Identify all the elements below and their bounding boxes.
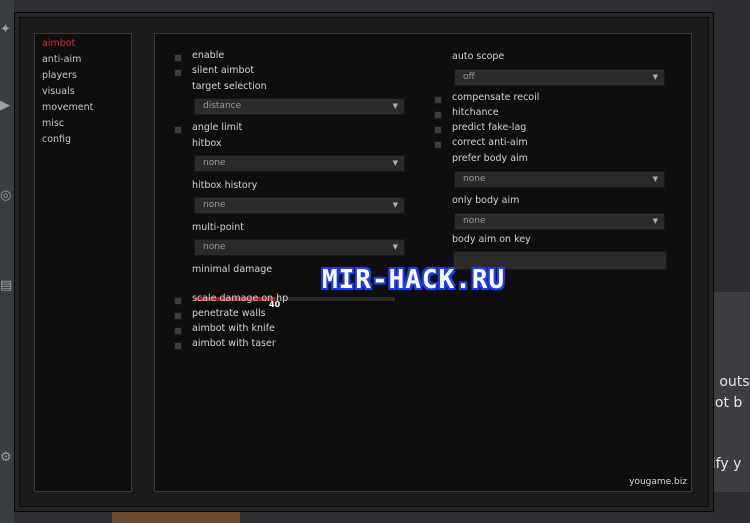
minimal-damage-label: minimal damage	[192, 264, 273, 275]
target-selection-dropdown[interactable]: distance ▼	[194, 98, 405, 115]
sidebar-item-movement[interactable]: movement	[35, 100, 131, 116]
background-inventory-icon: ▤	[0, 278, 13, 293]
hitchance-label: hitchance	[452, 107, 499, 118]
hitbox-history-dropdown[interactable]: none ▼	[194, 197, 405, 214]
aimbot-taser-checkbox[interactable]	[174, 342, 182, 350]
chevron-down-icon: ▼	[392, 243, 398, 251]
compensate-recoil-checkbox[interactable]	[434, 96, 442, 104]
auto-scope-value: off	[463, 72, 475, 82]
sidebar-item-config[interactable]: config	[35, 132, 131, 148]
sidebar-item-anti-aim[interactable]: anti-aim	[35, 52, 131, 68]
multi-point-value: none	[203, 242, 226, 252]
sidebar-item-visuals[interactable]: visuals	[35, 84, 131, 100]
menu-window: aimbot anti-aim players visuals movement…	[14, 12, 714, 512]
predict-fake-lag-checkbox[interactable]	[434, 126, 442, 134]
sidebar-item-aimbot[interactable]: aimbot	[35, 36, 131, 52]
angle-limit-label: angle limit	[192, 122, 243, 133]
auto-scope-dropdown[interactable]: off ▼	[454, 69, 665, 86]
aimbot-settings-panel: enable silent aimbot target selection di…	[154, 33, 692, 492]
target-selection-label: target selection	[192, 81, 267, 92]
background-gear-icon: ⚙	[0, 450, 12, 465]
prefer-body-aim-dropdown[interactable]: none ▼	[454, 171, 665, 188]
enable-checkbox[interactable]	[174, 54, 182, 62]
sidebar: aimbot anti-aim players visuals movement…	[34, 33, 132, 492]
background-left-strip	[0, 0, 14, 523]
prefer-body-aim-label: prefer body aim	[452, 153, 528, 164]
scale-damage-checkbox[interactable]	[174, 297, 182, 305]
background-wifi-icon: ◎	[0, 188, 12, 203]
penetrate-walls-label: penetrate walls	[192, 308, 266, 319]
angle-limit-checkbox[interactable]	[174, 126, 182, 134]
predict-fake-lag-label: predict fake-lag	[452, 122, 527, 133]
scale-damage-label: scale damage on hp	[192, 293, 289, 304]
chevron-down-icon: ▼	[392, 159, 398, 167]
chevron-down-icon: ▼	[652, 175, 658, 183]
hitbox-label: hitbox	[192, 138, 222, 149]
sidebar-item-players[interactable]: players	[35, 68, 131, 84]
prefer-body-aim-value: none	[463, 174, 486, 184]
aimbot-taser-label: aimbot with taser	[192, 338, 276, 349]
hitbox-history-value: none	[203, 200, 226, 210]
penetrate-walls-checkbox[interactable]	[174, 312, 182, 320]
only-body-aim-dropdown[interactable]: none ▼	[454, 213, 665, 230]
aimbot-knife-checkbox[interactable]	[174, 327, 182, 335]
aimbot-knife-label: aimbot with knife	[192, 323, 275, 334]
silent-aimbot-label: silent aimbot	[192, 65, 255, 76]
hitbox-value: none	[203, 158, 226, 168]
body-aim-on-key-label: body aim on key	[452, 234, 531, 245]
multi-point-label: multi-point	[192, 222, 244, 233]
background-player-icon: ✦	[0, 22, 11, 37]
hitchance-checkbox[interactable]	[434, 111, 442, 119]
correct-anti-aim-checkbox[interactable]	[434, 141, 442, 149]
chevron-down-icon: ▼	[652, 73, 658, 81]
target-selection-value: distance	[203, 101, 242, 111]
multi-point-dropdown[interactable]: none ▼	[194, 239, 405, 256]
hitbox-dropdown[interactable]: none ▼	[194, 155, 405, 172]
sidebar-item-misc[interactable]: misc	[35, 116, 131, 132]
auto-scope-label: auto scope	[452, 51, 505, 62]
silent-aimbot-checkbox[interactable]	[174, 69, 182, 77]
only-body-aim-label: only body aim	[452, 195, 520, 206]
only-body-aim-value: none	[463, 216, 486, 226]
compensate-recoil-label: compensate recoil	[452, 92, 540, 103]
chevron-down-icon: ▼	[652, 217, 658, 225]
watermark-logo: MIR-HACK.RU	[322, 265, 506, 295]
background-play-icon: ▶	[0, 98, 10, 113]
correct-anti-aim-label: correct anti-aim	[452, 137, 528, 148]
brand-label: yougame.biz	[629, 477, 687, 487]
hitbox-history-label: hitbox history	[192, 180, 258, 191]
enable-label: enable	[192, 50, 225, 61]
chevron-down-icon: ▼	[392, 102, 398, 110]
chevron-down-icon: ▼	[392, 201, 398, 209]
